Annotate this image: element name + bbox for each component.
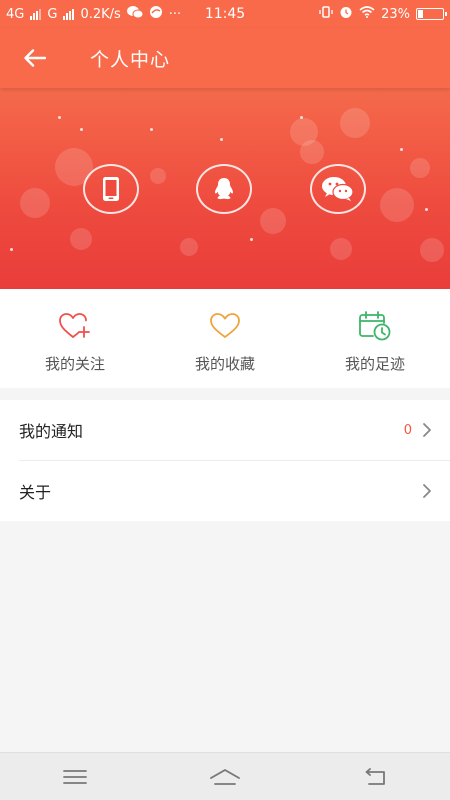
bokeh-decoration — [380, 188, 414, 222]
sparkle-decoration — [250, 238, 253, 241]
bokeh-decoration — [300, 140, 324, 164]
chevron-right-icon — [423, 423, 431, 437]
back-nav-button[interactable] — [335, 753, 415, 800]
notifications-right: 0 — [404, 422, 432, 438]
sparkle-decoration — [80, 128, 83, 131]
wechat-login-button[interactable] — [310, 164, 366, 214]
phone-icon — [103, 177, 119, 201]
battery-icon — [416, 8, 447, 20]
alarm-icon — [339, 5, 353, 23]
page-title: 个人中心 — [90, 48, 171, 71]
sparkle-decoration — [10, 248, 13, 251]
browser-notification-icon — [149, 5, 163, 23]
settings-list: 我的通知 0 关于 — [0, 400, 450, 521]
wechat-notification-icon — [126, 5, 144, 23]
menu-button[interactable] — [35, 753, 115, 800]
network-type-g: G — [47, 6, 58, 22]
about-label: 关于 — [19, 482, 52, 502]
my-history-button[interactable]: 我的足迹 — [300, 289, 450, 388]
calendar-clock-icon — [358, 309, 392, 343]
arrow-left-icon — [24, 49, 46, 67]
bokeh-decoration — [150, 168, 166, 184]
notifications-label: 我的通知 — [19, 422, 84, 441]
sparkle-decoration — [58, 116, 61, 119]
chevron-right-icon — [423, 483, 431, 498]
bokeh-decoration — [420, 238, 444, 262]
signal-icon — [30, 8, 42, 20]
home-icon — [210, 768, 240, 785]
network-speed: 0.2K/s — [80, 6, 121, 22]
back-button[interactable] — [0, 28, 70, 88]
bokeh-decoration — [20, 188, 50, 218]
sparkle-decoration — [150, 128, 153, 131]
vibrate-icon — [319, 5, 333, 23]
qq-icon — [215, 178, 233, 200]
bokeh-decoration — [410, 158, 430, 178]
wifi-icon — [359, 6, 375, 22]
network-type-4g: 4G — [6, 6, 25, 22]
my-favorites-button[interactable]: 我的收藏 — [150, 289, 300, 388]
sparkle-decoration — [220, 138, 223, 141]
sparkle-decoration — [425, 208, 428, 211]
battery-fill — [418, 10, 423, 18]
status-right: 23% — [319, 5, 447, 23]
back-icon — [365, 767, 385, 785]
more-dots: ··· — [168, 6, 182, 22]
status-left: 4G G 0.2K/s ··· — [6, 5, 181, 23]
home-button[interactable] — [185, 753, 265, 800]
about-row[interactable]: 关于 — [19, 460, 450, 520]
status-bar: 4G G 0.2K/s ··· 11:45 23% — [0, 0, 450, 28]
bokeh-decoration — [70, 228, 92, 250]
menu-icon — [63, 769, 87, 784]
about-right — [422, 483, 432, 499]
notification-count: 0 — [403, 422, 412, 438]
heart-plus-icon — [58, 309, 92, 343]
my-history-label: 我的足迹 — [344, 355, 405, 373]
heart-icon — [208, 309, 242, 343]
wechat-icon — [322, 177, 354, 201]
bokeh-decoration — [260, 208, 286, 234]
system-nav-bar — [0, 752, 450, 800]
bokeh-decoration — [340, 108, 370, 138]
bokeh-decoration — [330, 238, 352, 260]
my-follows-label: 我的关注 — [44, 355, 105, 373]
my-follows-button[interactable]: 我的关注 — [0, 289, 150, 388]
sparkle-decoration — [300, 116, 303, 119]
header-banner — [0, 88, 450, 289]
qq-login-button[interactable] — [196, 164, 252, 214]
my-notifications-row[interactable]: 我的通知 0 — [0, 400, 450, 460]
battery-percent: 23% — [381, 6, 410, 22]
sparkle-decoration — [400, 148, 403, 151]
my-favorites-label: 我的收藏 — [194, 355, 255, 373]
app-bar: 个人中心 — [0, 28, 450, 88]
signal-icon-2 — [63, 8, 75, 20]
quick-actions: 我的关注 我的收藏 我的足迹 — [0, 289, 450, 388]
bokeh-decoration — [180, 238, 198, 256]
phone-login-button[interactable] — [83, 164, 139, 214]
